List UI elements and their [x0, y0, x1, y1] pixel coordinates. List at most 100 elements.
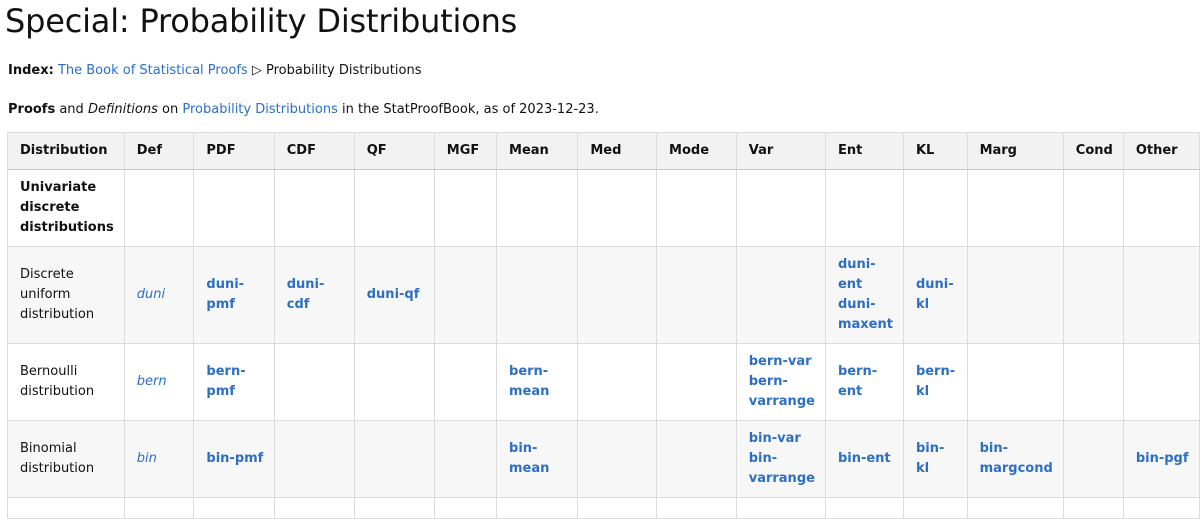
kl-link[interactable]: bern- kl [916, 362, 957, 402]
var-cell [735, 246, 826, 344]
header-cell: Marg [966, 132, 1064, 170]
ent-link[interactable]: bern- ent [838, 362, 893, 402]
header-cell: CDF [273, 132, 355, 170]
var-cell: bin-var bin- varrange [735, 420, 826, 498]
pdf-cell: bern- pmf [193, 343, 275, 421]
index-link[interactable]: The Book of Statistical Proofs [58, 63, 248, 78]
mean-cell: bern- mean [496, 343, 579, 421]
link-line: pmf [206, 384, 235, 399]
maxent-link[interactable]: duni- maxent [838, 295, 893, 335]
mgf-cell [433, 343, 498, 421]
empty-cell [735, 169, 826, 247]
pgf-link[interactable]: bin-pgf [1136, 449, 1189, 469]
summary-proofs: Proofs [8, 102, 56, 117]
empty-cell [273, 169, 355, 247]
link-line: duni- [837, 257, 876, 272]
pdf-link[interactable]: bin-pmf [206, 449, 263, 469]
var-link[interactable]: bin-var [749, 429, 815, 449]
empty-cell [902, 169, 968, 247]
kl-cell: bern- kl [902, 343, 968, 421]
summary-definitions: Definitions [87, 102, 158, 117]
empty-cell [735, 497, 826, 519]
name-line: Bernoulli [20, 364, 78, 379]
summary-on: on [162, 102, 179, 117]
empty-cell [496, 169, 579, 247]
empty-cell [1122, 169, 1200, 247]
margcond-link[interactable]: bin- margcond [980, 439, 1053, 479]
summary-rest: in the StatProofBook, as of 2023-12-23. [341, 102, 599, 117]
pdf-cell: duni-pmf [193, 246, 275, 344]
empty-cell [966, 169, 1064, 247]
link-line: bin- [509, 441, 538, 456]
qf-link[interactable]: duni-qf [367, 285, 424, 305]
empty-cell [577, 169, 658, 247]
empty-cell [273, 497, 355, 519]
category-label-line: distributions [20, 220, 114, 235]
link-line: kl [915, 297, 930, 312]
empty-cell [496, 497, 579, 519]
link-line: varrange [748, 394, 815, 409]
empty-cell [656, 169, 737, 247]
pdf-link[interactable]: duni-pmf [206, 275, 263, 315]
distribution-name: Bernoulli distribution [7, 343, 125, 421]
summary-link[interactable]: Probability Distributions [182, 102, 337, 117]
varrange-link[interactable]: bin- varrange [749, 449, 815, 489]
link-line: kl [915, 384, 930, 399]
link-line: duni- [837, 297, 876, 312]
link-line: mean [509, 384, 550, 399]
category-label: Univariate discrete distributions [7, 169, 125, 247]
distributions-table: Distribution Def PDF CDF QF MGF Mean Med… [7, 132, 1200, 519]
summary-and: and [59, 102, 84, 117]
header-cell: Def [123, 132, 195, 170]
empty-cell [824, 497, 904, 519]
var-link[interactable]: bern-var [749, 352, 815, 372]
link-line: bern- [915, 364, 956, 379]
index-label: Index: [8, 63, 54, 78]
empty-cell [353, 169, 435, 247]
link-line: bern- [206, 364, 246, 379]
empty-cell [193, 169, 275, 247]
other-cell [1122, 343, 1200, 421]
qf-cell: duni-qf [353, 246, 435, 344]
ent-link[interactable]: bin-ent [838, 449, 893, 469]
name-line: Discrete [20, 267, 74, 282]
mode-cell [656, 246, 737, 344]
mean-cell: bin- mean [496, 420, 579, 498]
ent-cell: duni- ent duni- maxent [824, 246, 904, 344]
med-cell [577, 246, 658, 344]
ent-cell: bin-ent [824, 420, 904, 498]
def-link[interactable]: duni [137, 287, 165, 302]
link-line: duni- [915, 277, 954, 292]
empty-cell [1122, 497, 1200, 519]
cdf-link[interactable]: duni-cdf [287, 275, 344, 315]
header-cell: Mean [496, 132, 579, 170]
empty-cell [123, 497, 195, 519]
def-link[interactable]: bern [137, 374, 167, 389]
link-line: mean [509, 461, 550, 476]
mean-link[interactable]: bern- mean [509, 362, 567, 402]
ent-link[interactable]: duni- ent [838, 255, 893, 295]
empty-cell [656, 497, 737, 519]
breadcrumb-separator-icon: ▷ [251, 63, 262, 78]
name-line: distribution [20, 461, 95, 476]
link-line: maxent [837, 317, 893, 332]
pdf-link[interactable]: bern- pmf [206, 362, 263, 402]
header-cell: Ent [824, 132, 904, 170]
def-cell: bern [123, 343, 195, 421]
empty-cell [433, 169, 498, 247]
def-link[interactable]: bin [137, 451, 157, 466]
kl-link[interactable]: duni- kl [916, 275, 957, 315]
kl-link[interactable]: bin-kl [916, 439, 957, 479]
header-cell: KL [902, 132, 968, 170]
link-line: bin- [979, 441, 1008, 456]
header-cell: QF [353, 132, 435, 170]
mean-link[interactable]: bin- mean [509, 439, 567, 479]
link-line: varrange [748, 471, 815, 486]
link-line: ent [837, 384, 863, 399]
varrange-link[interactable]: bern- varrange [749, 372, 815, 412]
header-cell: Cond [1062, 132, 1124, 170]
mgf-cell [433, 246, 498, 344]
link-line: bern- [509, 364, 549, 379]
empty-cell [902, 497, 968, 519]
kl-cell: bin-kl [902, 420, 968, 498]
